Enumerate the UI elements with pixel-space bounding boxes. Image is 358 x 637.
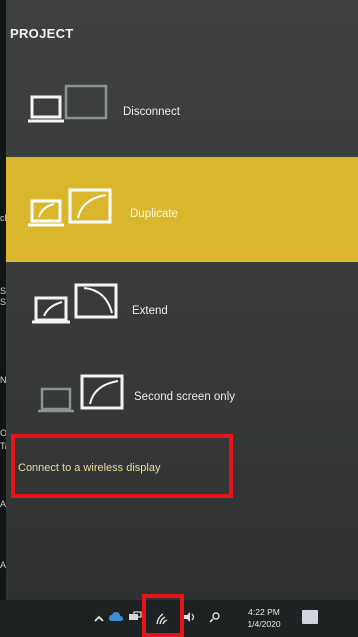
pen-icon[interactable] (208, 610, 222, 624)
network-icon[interactable] (128, 611, 142, 623)
clock-date: 1/4/2020 (247, 619, 281, 629)
panel-title: PROJECT (10, 26, 74, 41)
option-label: Second screen only (134, 391, 236, 403)
duplicate-icon (28, 188, 112, 227)
notification-icon[interactable] (302, 610, 318, 624)
option-label: Duplicate (130, 208, 178, 220)
disconnect-icon (28, 84, 108, 123)
clock-time: 4:22 PM (248, 607, 280, 617)
option-second-screen-only[interactable]: Second screen only (6, 355, 358, 435)
second-screen-only-icon (38, 374, 124, 413)
option-duplicate[interactable]: Duplicate (6, 157, 358, 262)
option-label: Disconnect (123, 106, 180, 118)
chevron-up-icon[interactable] (93, 614, 105, 624)
option-extend[interactable]: Extend (6, 268, 358, 348)
cloud-icon[interactable] (108, 610, 124, 624)
taskbar-clock[interactable]: 4:22 PM 1/4/2020 (240, 606, 288, 630)
option-disconnect[interactable]: Disconnect (6, 75, 358, 155)
highlight-box (142, 594, 184, 637)
extend-icon (32, 283, 118, 324)
option-label: Extend (132, 305, 168, 317)
volume-icon[interactable] (183, 611, 197, 623)
highlight-box (11, 434, 233, 498)
